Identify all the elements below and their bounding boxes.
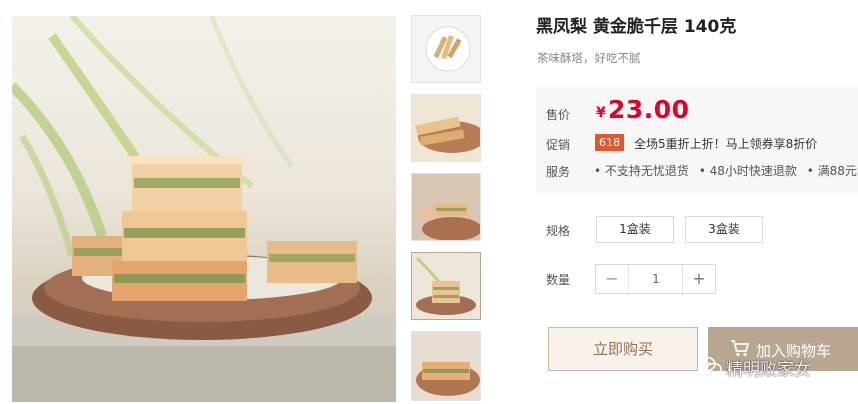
price-label: 售价 xyxy=(546,108,571,122)
service-item: • 满88元免邮 xyxy=(806,164,858,178)
spec-option-3-box[interactable]: 3盒装 xyxy=(685,216,763,243)
service-label: 服务 xyxy=(546,165,571,179)
price-value: 23.00 xyxy=(608,95,690,124)
main-product-image xyxy=(12,16,396,402)
promo-badge: 618 xyxy=(595,134,624,151)
thumbnail-plate-pastry[interactable] xyxy=(411,331,481,401)
decrease-quantity-button[interactable]: − xyxy=(596,265,629,293)
quantity-label: 数量 xyxy=(546,273,571,287)
service-item: • 48小时快速退款 xyxy=(698,164,797,178)
promo-text[interactable]: 全场5重折上折！马上领券享8折价 xyxy=(634,135,817,152)
currency-symbol: ¥ xyxy=(596,105,606,121)
increase-quantity-button[interactable]: + xyxy=(682,265,715,293)
thumbnail-plate-sticks[interactable] xyxy=(411,94,481,162)
wechat-icon xyxy=(698,355,722,382)
product-subtitle: 茶味酥塔，好吃不腻 xyxy=(537,51,641,65)
service-list: • 不支持无忧退货 • 48小时快速退款 • 满88元免邮 xyxy=(594,162,858,179)
product-title: 黑凤梨 黄金脆千层 140克 xyxy=(536,17,737,37)
quantity-stepper: − 1 + xyxy=(595,264,716,294)
buy-now-button[interactable]: 立即购买 xyxy=(548,327,698,371)
spec-label: 规格 xyxy=(546,224,571,238)
quantity-input[interactable]: 1 xyxy=(629,265,683,293)
promo-label: 促销 xyxy=(546,138,571,152)
spec-option-1-box[interactable]: 1盒装 xyxy=(596,216,674,243)
thumbnail-hand-holding[interactable] xyxy=(411,173,481,241)
service-item: • 不支持无忧退货 xyxy=(594,164,689,178)
thumbnail-bowl-sticks[interactable] xyxy=(411,15,481,83)
watermark-text: 精明败家女 xyxy=(726,360,811,380)
thumbnail-stacked-pastry[interactable] xyxy=(411,252,481,320)
